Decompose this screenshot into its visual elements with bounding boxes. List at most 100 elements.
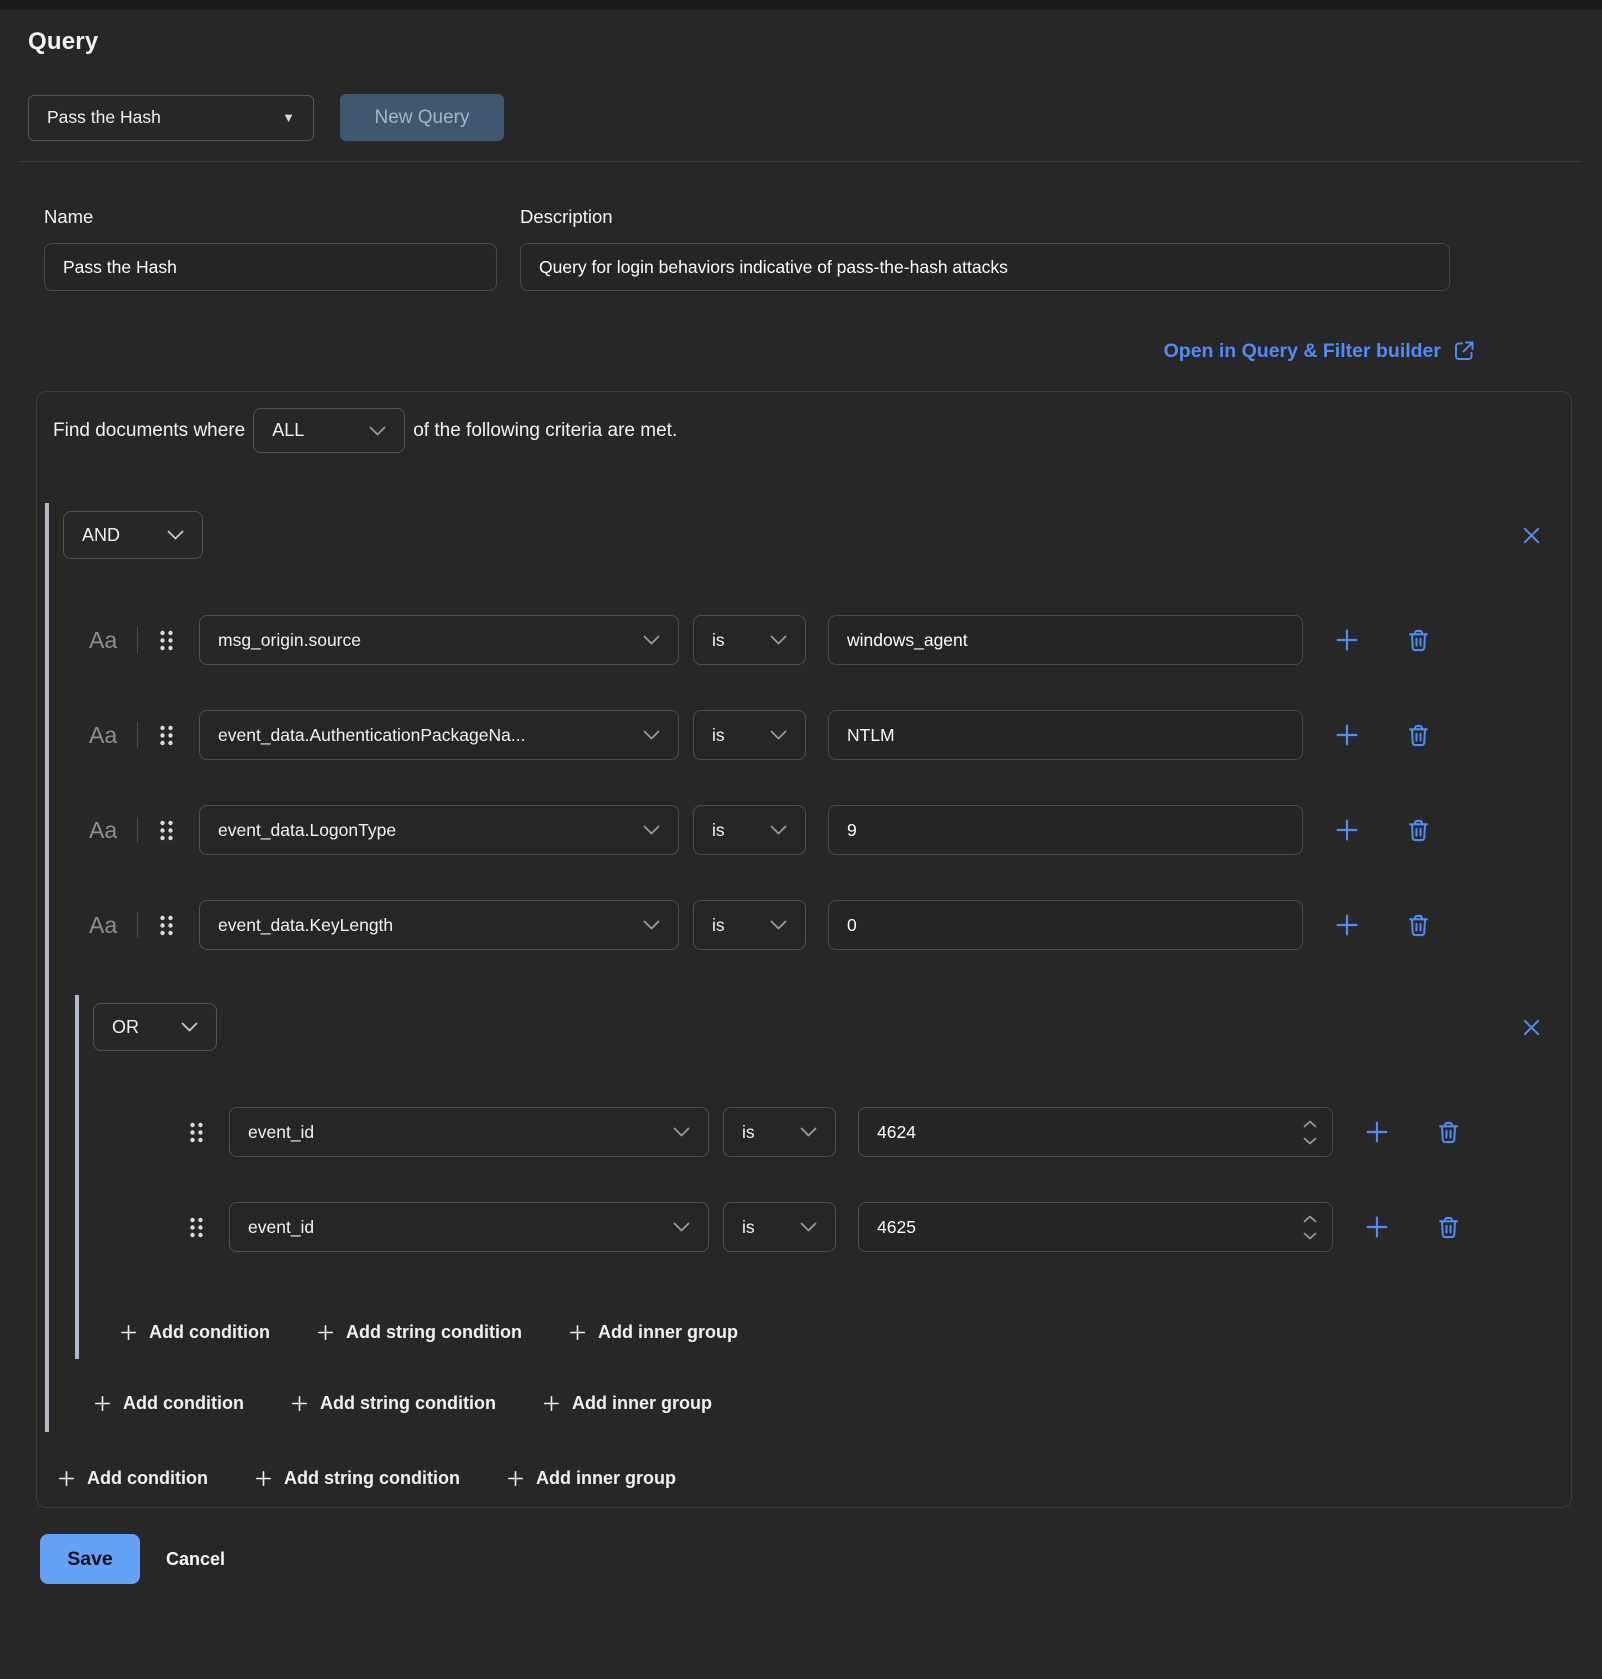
remove-group-button[interactable] xyxy=(1520,1016,1543,1039)
add-sibling-condition-button[interactable] xyxy=(1333,816,1361,844)
save-button[interactable]: Save xyxy=(40,1534,140,1584)
field-select[interactable]: event_data.AuthenticationPackageNa... xyxy=(199,710,679,760)
form-actions: Save Cancel xyxy=(40,1534,1572,1584)
or-group-rows: Aa event_id is xyxy=(93,1107,1559,1252)
description-label: Description xyxy=(520,206,1450,228)
value-input[interactable] xyxy=(828,615,1303,665)
add-sibling-condition-button[interactable] xyxy=(1333,721,1361,749)
case-sensitivity-icon[interactable]: Aa xyxy=(89,722,125,749)
new-query-button[interactable]: New Query xyxy=(340,94,504,141)
add-sibling-condition-button[interactable] xyxy=(1363,1118,1391,1146)
operator-select[interactable]: is xyxy=(723,1107,836,1157)
operator-select[interactable]: is xyxy=(693,900,806,950)
drag-handle-icon[interactable] xyxy=(158,629,175,652)
drag-handle-icon[interactable] xyxy=(188,1121,205,1144)
spinner-up-icon[interactable] xyxy=(1303,1120,1317,1128)
add-condition-link[interactable]: Add condition xyxy=(57,1468,208,1489)
chevron-down-icon xyxy=(643,635,660,645)
drag-dots-icon xyxy=(158,914,175,937)
plus-icon xyxy=(93,1394,112,1413)
description-input[interactable] xyxy=(520,243,1450,291)
plus-icon xyxy=(568,1323,587,1342)
plus-icon xyxy=(57,1469,76,1488)
drag-handle-icon[interactable] xyxy=(158,819,175,842)
builder-link-row: Open in Query & Filter builder xyxy=(28,339,1476,363)
delete-condition-button[interactable] xyxy=(1405,912,1432,939)
and-group-header: AND xyxy=(63,511,1551,559)
operator-select[interactable]: is xyxy=(693,615,806,665)
add-sibling-condition-button[interactable] xyxy=(1333,911,1361,939)
add-sibling-condition-button[interactable] xyxy=(1333,626,1361,654)
operator-select[interactable]: is xyxy=(723,1202,836,1252)
value-input[interactable] xyxy=(828,900,1303,950)
value-input[interactable] xyxy=(858,1202,1333,1252)
remove-group-button[interactable] xyxy=(1520,524,1543,547)
add-condition-link[interactable]: Add condition xyxy=(93,1393,244,1414)
operator-select-value: is xyxy=(712,630,725,651)
spinner-down-icon[interactable] xyxy=(1303,1137,1317,1145)
criteria-panel: Find documents where ALL of the followin… xyxy=(36,391,1572,1508)
drag-handle-icon[interactable] xyxy=(158,914,175,937)
add-inner-group-link[interactable]: Add inner group xyxy=(542,1393,712,1414)
cancel-button[interactable]: Cancel xyxy=(166,1549,225,1570)
drag-handle-icon[interactable] xyxy=(158,724,175,747)
root-add-links: Add condition Add string condition Add i… xyxy=(57,1468,1559,1489)
drag-dots-icon xyxy=(158,629,175,652)
drag-dots-icon xyxy=(158,819,175,842)
drag-handle-icon[interactable] xyxy=(188,1216,205,1239)
field-select[interactable]: event_id xyxy=(229,1107,709,1157)
value-input[interactable] xyxy=(858,1107,1333,1157)
chevron-down-icon xyxy=(770,635,787,645)
header-divider xyxy=(20,161,1582,162)
case-sensitivity-icon[interactable]: Aa xyxy=(89,817,125,844)
number-spinner xyxy=(1303,1107,1317,1157)
add-string-condition-link[interactable]: Add string condition xyxy=(290,1393,496,1414)
and-group-add-links: Add condition Add string condition Add i… xyxy=(93,1393,1559,1414)
spinner-up-icon[interactable] xyxy=(1303,1215,1317,1223)
delete-condition-button[interactable] xyxy=(1405,817,1432,844)
find-documents-row: Find documents where ALL of the followin… xyxy=(45,408,1559,453)
delete-condition-button[interactable] xyxy=(1435,1119,1462,1146)
field-select[interactable]: event_id xyxy=(229,1202,709,1252)
saved-query-select[interactable]: Pass the Hash ▼ xyxy=(28,95,314,141)
field-select[interactable]: event_data.KeyLength xyxy=(199,900,679,950)
match-operator-select[interactable]: ALL xyxy=(253,408,405,453)
open-query-filter-builder-link[interactable]: Open in Query & Filter builder xyxy=(1164,339,1476,363)
value-input[interactable] xyxy=(828,805,1303,855)
delete-condition-button[interactable] xyxy=(1405,722,1432,749)
chevron-down-icon xyxy=(643,730,660,740)
delete-condition-button[interactable] xyxy=(1405,627,1432,654)
field-select[interactable]: msg_origin.source xyxy=(199,615,679,665)
operator-select[interactable]: is xyxy=(693,710,806,760)
operator-select[interactable]: is xyxy=(693,805,806,855)
description-field-block: Description xyxy=(520,206,1450,291)
query-editor-page: Query Pass the Hash ▼ New Query Name Des… xyxy=(0,0,1602,1584)
delete-condition-button[interactable] xyxy=(1435,1214,1462,1241)
add-sibling-condition-button[interactable] xyxy=(1363,1213,1391,1241)
field-select-value: event_data.AuthenticationPackageNa... xyxy=(218,725,525,746)
dropdown-caret-icon: ▼ xyxy=(282,110,295,125)
add-inner-group-link[interactable]: Add inner group xyxy=(568,1322,738,1343)
group-operator-select[interactable]: AND xyxy=(63,511,203,559)
spinner-down-icon[interactable] xyxy=(1303,1232,1317,1240)
plus-icon xyxy=(1333,816,1361,844)
window-top-edge xyxy=(0,0,1602,10)
field-select-value: msg_origin.source xyxy=(218,630,361,651)
group-operator-select[interactable]: OR xyxy=(93,1003,217,1051)
add-inner-group-link[interactable]: Add inner group xyxy=(506,1468,676,1489)
add-string-condition-link[interactable]: Add string condition xyxy=(316,1322,522,1343)
plus-icon xyxy=(506,1469,525,1488)
field-select[interactable]: event_data.LogonType xyxy=(199,805,679,855)
case-sensitivity-icon[interactable]: Aa xyxy=(89,627,125,654)
condition-row: Aa msg_origin.source is xyxy=(89,615,1559,665)
value-field-wrap xyxy=(828,615,1303,665)
or-group-add-links: Add condition Add string condition Add i… xyxy=(119,1322,1559,1343)
field-select-value: event_data.LogonType xyxy=(218,820,396,841)
value-field-wrap xyxy=(828,805,1303,855)
add-string-condition-link[interactable]: Add string condition xyxy=(254,1468,460,1489)
name-input[interactable] xyxy=(44,243,497,291)
value-input[interactable] xyxy=(828,710,1303,760)
add-condition-link[interactable]: Add condition xyxy=(119,1322,270,1343)
operator-select-value: is xyxy=(712,915,725,936)
case-sensitivity-icon[interactable]: Aa xyxy=(89,912,125,939)
